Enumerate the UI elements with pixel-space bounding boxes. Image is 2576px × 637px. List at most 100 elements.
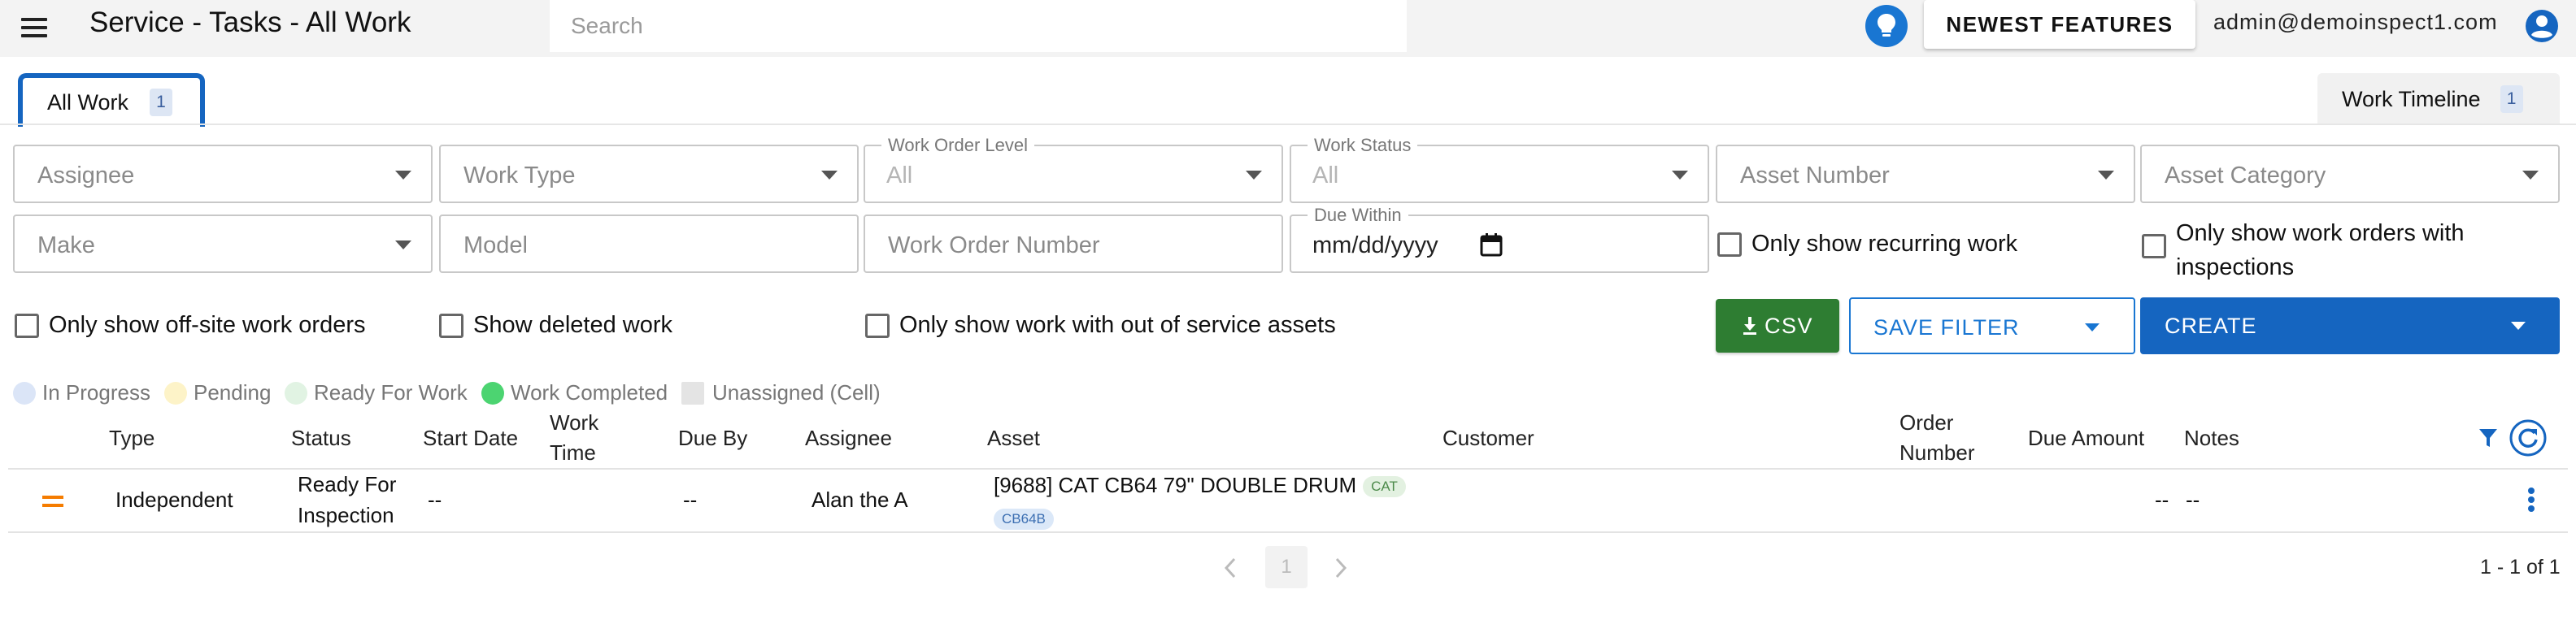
status-line: Inspection (298, 503, 394, 527)
tab-label: Work Timeline (2342, 86, 2481, 111)
asset-category-placeholder: Asset Category (2165, 162, 2326, 188)
due-within-value: mm/dd/yyyy (1312, 232, 1438, 258)
download-icon (1743, 317, 1756, 335)
drag-handle-icon[interactable] (42, 496, 63, 507)
column-header-status[interactable]: Status (291, 423, 351, 453)
header-line: Number (1899, 440, 1975, 465)
column-header-asset[interactable]: Asset (987, 423, 1040, 453)
caret-down-icon (2522, 171, 2539, 180)
newest-features-button[interactable]: NEWEST FEATURES (1924, 0, 2195, 49)
user-email[interactable]: admin@demoinspect1.com (2213, 10, 2498, 35)
work-status-label: Work Status (1308, 135, 1418, 156)
work-status-select[interactable]: Work Status All (1290, 135, 1709, 203)
make-chip: CAT (1363, 476, 1406, 498)
chevron-right-icon[interactable] (1334, 557, 1348, 578)
tab-count-badge: 1 (2500, 85, 2523, 113)
off-site-checkbox[interactable]: Only show off-site work orders (15, 312, 366, 339)
legend-label: In Progress (42, 380, 150, 405)
asset-number-select[interactable]: Asset Number (1716, 145, 2135, 203)
caret-down-icon (395, 240, 411, 249)
page-number-current[interactable]: 1 (1265, 546, 1308, 588)
column-header-notes[interactable]: Notes (2184, 423, 2239, 453)
tab-count-badge: 1 (150, 89, 173, 116)
inspections-checkbox[interactable]: Only show work orders with inspections (2142, 216, 2532, 284)
cell-type: Independent (115, 488, 233, 512)
cell-notes: -- (2186, 488, 2200, 512)
column-header-due-amount[interactable]: Due Amount (2028, 423, 2144, 453)
make-placeholder: Make (37, 232, 95, 258)
work-order-number-input[interactable]: Work Order Number (864, 214, 1283, 273)
csv-label: CSV (1764, 313, 1814, 338)
tab-all-work[interactable]: All Work 1 (18, 73, 205, 127)
assignee-select[interactable]: Assignee (13, 145, 433, 203)
header-line: Work (550, 410, 599, 435)
work-order-level-select[interactable]: Work Order Level All (864, 135, 1283, 203)
tab-label: All Work (47, 89, 129, 115)
work-type-select[interactable]: Work Type (439, 145, 859, 203)
calendar-icon[interactable] (1480, 232, 1503, 257)
caret-down-icon (821, 171, 838, 180)
off-site-label: Only show off-site work orders (49, 312, 366, 338)
create-button[interactable]: CREATE (2140, 297, 2560, 354)
caret-down-icon[interactable] (2511, 322, 2526, 330)
work-status-value: All (1312, 162, 1339, 188)
column-header-work-time[interactable]: Work Time (550, 408, 598, 468)
create-label: CREATE (2165, 314, 2257, 338)
work-order-level-value: All (886, 162, 913, 188)
column-header-customer[interactable]: Customer (1442, 423, 1534, 453)
checkbox-box[interactable] (2142, 234, 2166, 258)
legend-ready-for-work: Ready For Work (285, 380, 468, 405)
make-select[interactable]: Make (13, 214, 433, 273)
checkbox-box[interactable] (15, 314, 39, 338)
chevron-left-icon[interactable] (1223, 557, 1238, 578)
row-more-options-icon[interactable] (2526, 486, 2537, 514)
recurring-work-label: Only show recurring work (1751, 231, 2018, 257)
save-filter-button[interactable]: SAVE FILTER (1849, 297, 2135, 354)
account-circle-icon[interactable] (2524, 8, 2560, 44)
work-order-level-label: Work Order Level (881, 135, 1034, 156)
search-input[interactable] (550, 0, 1407, 52)
recurring-work-checkbox[interactable]: Only show recurring work (1717, 231, 2017, 258)
asset-line: [9688] CAT CB64 79" DOUBLE DRUM CAT (994, 470, 1406, 500)
column-header-order-number[interactable]: Order Number (1899, 408, 1974, 468)
caret-down-icon[interactable] (2085, 323, 2100, 332)
work-order-number-placeholder: Work Order Number (888, 232, 1100, 258)
column-header-start-date[interactable]: Start Date (423, 423, 518, 453)
model-chip: CB64B (994, 509, 1054, 530)
checkbox-box[interactable] (1717, 232, 1742, 257)
view-tabs: All Work 1 Work Timeline 1 (0, 57, 2576, 127)
legend-work-completed: Work Completed (481, 380, 668, 405)
menu-icon[interactable] (20, 13, 49, 42)
caret-down-icon (395, 171, 411, 180)
legend-label: Unassigned (Cell) (712, 380, 881, 405)
inspections-label: Only show work orders with inspections (2176, 220, 2465, 280)
checkbox-box[interactable] (865, 314, 890, 338)
pagination-range: 1 - 1 of 1 (2480, 556, 2561, 578)
header-line: Time (550, 440, 596, 465)
out-of-service-checkbox[interactable]: Only show work with out of service asset… (865, 312, 1336, 339)
model-input[interactable]: Model (439, 214, 859, 273)
column-header-type[interactable]: Type (109, 423, 154, 453)
filter-icon[interactable] (2478, 427, 2498, 448)
column-header-assignee[interactable]: Assignee (805, 423, 892, 453)
legend-unassigned-cell: Unassigned (Cell) (681, 380, 881, 405)
top-app-bar: Service - Tasks - All Work NEWEST FEATUR… (0, 0, 2576, 57)
caret-down-icon (2098, 171, 2114, 180)
column-header-due-by[interactable]: Due By (678, 423, 747, 453)
tab-work-timeline[interactable]: Work Timeline 1 (2317, 73, 2560, 125)
legend-label: Work Completed (511, 380, 668, 405)
checkbox-box[interactable] (439, 314, 463, 338)
deleted-work-checkbox[interactable]: Show deleted work (439, 312, 672, 339)
due-within-date-input[interactable]: Due Within mm/dd/yyyy (1290, 205, 1709, 273)
cell-asset[interactable]: [9688] CAT CB64 79" DOUBLE DRUM CAT CB64B (994, 470, 1406, 531)
asset-number-placeholder: Asset Number (1740, 162, 1890, 188)
caret-down-icon (1246, 171, 1262, 180)
status-line: Ready For (298, 472, 397, 496)
asset-name: [9688] CAT CB64 79" DOUBLE DRUM (994, 473, 1357, 497)
lightbulb-icon[interactable] (1865, 5, 1908, 47)
work-type-placeholder: Work Type (463, 162, 576, 188)
csv-export-button[interactable]: CSV (1716, 299, 1839, 353)
refresh-icon[interactable] (2509, 419, 2547, 457)
assignee-placeholder: Assignee (37, 162, 135, 188)
asset-category-select[interactable]: Asset Category (2140, 145, 2560, 203)
